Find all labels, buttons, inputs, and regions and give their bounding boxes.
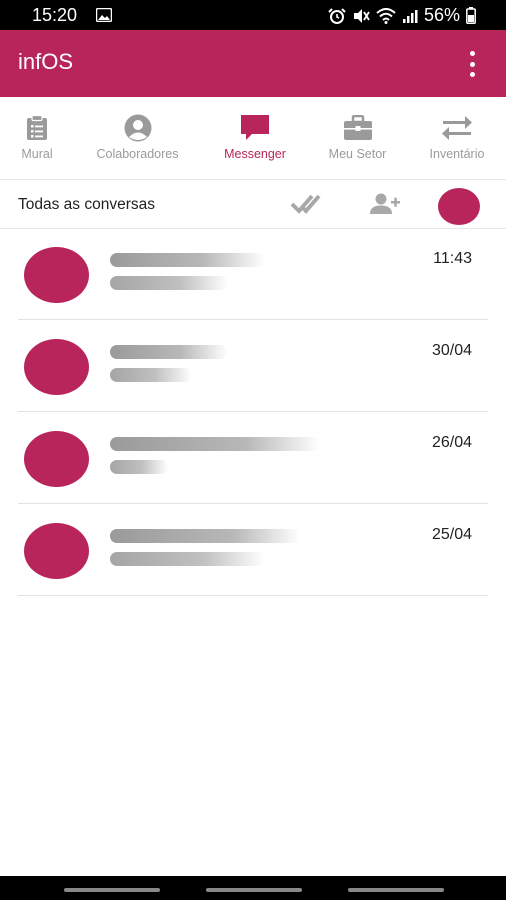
- conversation-item[interactable]: 26/04: [0, 412, 506, 504]
- message-placeholder: [110, 368, 192, 382]
- conversation-date: 25/04: [431, 526, 472, 543]
- briefcase-icon: [343, 114, 373, 142]
- tab-inventario[interactable]: Inventário: [420, 97, 494, 179]
- conversation-item[interactable]: 25/04: [0, 504, 506, 596]
- chat-icon: [240, 114, 270, 142]
- battery-icon: [466, 7, 476, 24]
- status-right: 56%: [328, 5, 476, 26]
- tab-label: Messenger: [224, 147, 286, 161]
- more-vertical-icon[interactable]: [462, 51, 482, 77]
- conversation-date: 26/04: [431, 434, 472, 451]
- mute-icon: [352, 8, 370, 24]
- message-placeholder: [110, 276, 228, 290]
- nav-handle: [348, 888, 444, 892]
- system-nav-bar: [0, 876, 506, 900]
- tab-meu-setor[interactable]: Meu Setor: [320, 97, 395, 179]
- double-check-icon[interactable]: [290, 191, 322, 220]
- conversation-date: 30/04: [431, 342, 472, 359]
- status-time: 15:20: [32, 5, 78, 25]
- swap-icon: [441, 114, 473, 142]
- name-placeholder: [110, 253, 265, 267]
- name-placeholder: [110, 529, 300, 543]
- conversation-date: 11:43: [433, 250, 472, 267]
- tab-label: Mural: [21, 147, 53, 161]
- image-icon: [96, 8, 112, 22]
- message-placeholder: [110, 552, 265, 566]
- avatar-icon[interactable]: [438, 188, 480, 225]
- tab-bar: Mural Colaboradores Messenger Meu Setor …: [0, 97, 506, 180]
- tab-label: Inventário: [429, 147, 485, 161]
- status-bar: 15:20 56%: [0, 0, 506, 30]
- avatar: [24, 431, 89, 487]
- nav-handle: [206, 888, 302, 892]
- avatar: [24, 339, 89, 395]
- conversation-item[interactable]: 30/04: [0, 320, 506, 412]
- filter-bar: Todas as conversas: [0, 180, 506, 229]
- conversation-list: 11:43 30/04 26/04 25/04: [0, 228, 506, 596]
- add-user-icon[interactable]: [369, 193, 401, 220]
- tab-messenger[interactable]: Messenger: [213, 97, 297, 179]
- avatar: [24, 247, 89, 303]
- signal-icon: [402, 8, 418, 24]
- alarm-icon: [328, 7, 346, 24]
- avatar: [24, 523, 89, 579]
- tab-label: Colaboradores: [96, 147, 179, 161]
- wifi-icon: [376, 7, 396, 24]
- user-circle-icon: [124, 114, 152, 142]
- nav-handle: [64, 888, 160, 892]
- message-placeholder: [110, 460, 168, 474]
- name-placeholder: [110, 345, 228, 359]
- filter-title: Todas as conversas: [18, 196, 155, 213]
- battery-text: 56%: [423, 5, 460, 25]
- tab-colaboradores[interactable]: Colaboradores: [85, 97, 190, 179]
- conversation-item[interactable]: 11:43: [0, 228, 506, 320]
- tab-mural[interactable]: Mural: [0, 97, 74, 179]
- app-title: infOS: [18, 49, 74, 74]
- app-bar: infOS: [0, 30, 506, 97]
- name-placeholder: [110, 437, 320, 451]
- divider: [18, 595, 488, 596]
- tab-label: Meu Setor: [328, 147, 387, 161]
- clipboard-icon: [26, 114, 48, 142]
